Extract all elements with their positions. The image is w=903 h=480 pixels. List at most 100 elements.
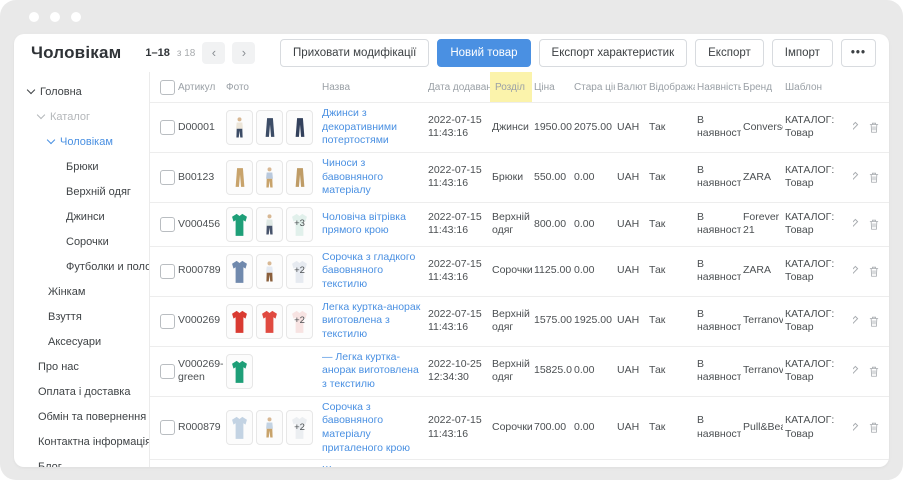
edit-button[interactable]	[853, 365, 859, 377]
more-actions-button[interactable]: •••	[841, 39, 876, 67]
sidebar-item[interactable]: Верхній одяг	[14, 179, 149, 204]
sidebar-item[interactable]: Жінкам	[14, 279, 149, 304]
sidebar-item[interactable]: Взуття	[14, 304, 149, 329]
sidebar-item[interactable]: Чоловікам	[14, 129, 149, 154]
product-availability: В наявності	[697, 308, 741, 334]
chevron-down-icon	[27, 86, 35, 94]
product-photo-thumbnail[interactable]	[256, 160, 283, 195]
product-photo-thumbnail[interactable]	[256, 110, 283, 145]
sidebar-item[interactable]: Головна	[14, 79, 149, 104]
delete-button[interactable]	[868, 365, 880, 378]
product-name-link[interactable]: Чоловіча вітрівка прямого крою	[322, 211, 421, 238]
product-photo-thumbnail[interactable]	[226, 254, 253, 289]
product-photo-thumbnail[interactable]	[286, 110, 313, 145]
product-photo-thumbnail[interactable]	[226, 304, 253, 339]
sidebar-item[interactable]: Сорочки	[14, 229, 149, 254]
photo-more-badge: +2	[287, 255, 312, 288]
pagination-next-button[interactable]: ›	[232, 42, 255, 64]
product-date: 2022-07-15 11:43:16	[428, 164, 482, 190]
product-photo-thumbnail[interactable]	[226, 160, 253, 195]
product-photo-thumbnail[interactable]	[256, 410, 283, 445]
product-photo-thumbnail[interactable]: +2	[286, 254, 313, 289]
product-name-link[interactable]: Штани з бавовняного матеріалу прямого кр…	[322, 464, 421, 467]
product-name-link[interactable]: Сорочка з бавовняного матеріалу притален…	[322, 401, 421, 456]
sidebar-item-label: Контактна інформація	[38, 436, 150, 448]
product-name-link[interactable]: Джинси з декоративними потертостями	[322, 107, 421, 148]
product-photo-thumbnail[interactable]	[226, 410, 253, 445]
table-row: R000789 +2Сорочка з гладкого бавовняного…	[150, 246, 889, 296]
edit-button[interactable]	[853, 121, 859, 133]
product-photo-thumbnail[interactable]: +2	[286, 410, 313, 445]
export-button[interactable]: Експорт	[695, 39, 764, 67]
sidebar-item[interactable]: Обмін та повернення	[14, 404, 149, 429]
product-brand: Terranova	[743, 314, 783, 326]
product-photo-thumbnail[interactable]	[256, 254, 283, 289]
edit-button[interactable]	[853, 171, 859, 183]
sidebar-item[interactable]: Аксесуари	[14, 329, 149, 354]
sidebar-item[interactable]: Оплата і доставка	[14, 379, 149, 404]
delete-button[interactable]	[868, 121, 880, 134]
delete-button[interactable]	[868, 171, 880, 184]
select-all-checkbox[interactable]	[160, 80, 175, 95]
product-name-link[interactable]: — Легка куртка-анорак виготовлена з текс…	[322, 351, 421, 392]
row-checkbox[interactable]	[160, 420, 175, 435]
column-header[interactable]: Відображати	[649, 82, 695, 93]
edit-button[interactable]	[853, 422, 859, 434]
sidebar-item[interactable]: Контактна інформація	[14, 429, 149, 454]
product-photo-thumbnail[interactable]	[286, 160, 313, 195]
product-availability: В наявності	[697, 358, 741, 384]
column-header[interactable]: Фото	[226, 82, 249, 93]
edit-button[interactable]	[853, 265, 859, 277]
sidebar-item[interactable]: Брюки	[14, 154, 149, 179]
column-header[interactable]: Стара ціна	[574, 82, 615, 93]
product-old-price: 0.00	[574, 364, 594, 376]
delete-button[interactable]	[868, 315, 880, 328]
sidebar-item[interactable]: Джинси	[14, 204, 149, 229]
column-header[interactable]: Наявність	[697, 82, 741, 93]
edit-button[interactable]	[853, 218, 859, 230]
delete-button[interactable]	[868, 265, 880, 278]
product-photo-thumbnail[interactable]	[256, 304, 283, 339]
row-checkbox[interactable]	[160, 264, 175, 279]
column-header[interactable]: Розділ	[495, 82, 525, 93]
row-checkbox[interactable]	[160, 314, 175, 329]
product-photo-thumbnail[interactable]: +2	[286, 304, 313, 339]
product-photo-thumbnail[interactable]	[226, 207, 253, 242]
row-checkbox[interactable]	[160, 217, 175, 232]
product-brand: Terranova	[743, 364, 783, 376]
column-header[interactable]: Бренд	[743, 82, 772, 93]
product-name-link[interactable]: Сорочка з гладкого бавовняного текстилю	[322, 251, 421, 292]
column-header[interactable]: Шаблон	[785, 82, 822, 93]
column-header[interactable]: Ціна	[534, 82, 555, 93]
row-checkbox[interactable]	[160, 170, 175, 185]
row-checkbox[interactable]	[160, 364, 175, 379]
column-header[interactable]: Дата додавання	[428, 82, 490, 93]
sidebar-item-label: Блог	[38, 461, 62, 468]
product-photo-thumbnail[interactable]	[256, 207, 283, 242]
product-photo-thumbnail[interactable]	[226, 110, 253, 145]
sidebar-item-label: Верхній одяг	[66, 186, 131, 198]
sidebar-item[interactable]: Блог	[14, 454, 149, 467]
row-checkbox[interactable]	[160, 120, 175, 135]
delete-button[interactable]	[868, 218, 880, 231]
product-photo-thumbnail[interactable]: +3	[286, 207, 313, 242]
product-photo-thumbnail[interactable]	[226, 354, 253, 389]
export-characteristics-button[interactable]: Експорт характеристик	[539, 39, 688, 67]
delete-button[interactable]	[868, 421, 880, 434]
edit-button[interactable]	[853, 315, 859, 327]
pagination-prev-button[interactable]: ‹	[202, 42, 225, 64]
hide-modifications-button[interactable]: Приховати модифікації	[280, 39, 429, 67]
product-name-link[interactable]: Чиноси з бавовняного матеріалу	[322, 157, 421, 198]
table-row: B00123 Чиноси з бавовняного матеріалу202…	[150, 152, 889, 202]
sidebar-item[interactable]: Про нас	[14, 354, 149, 379]
product-currency: UAH	[617, 171, 639, 183]
column-header[interactable]: Артикул	[178, 82, 215, 93]
product-name-link[interactable]: Легка куртка-анорак виготовлена з тексти…	[322, 301, 421, 342]
import-button[interactable]: Імпорт	[772, 39, 833, 67]
sidebar-item[interactable]: Футболки и поло	[14, 254, 149, 279]
sidebar-item[interactable]: Каталог	[14, 104, 149, 129]
column-header[interactable]: Валюта	[617, 82, 647, 93]
chevron-down-icon	[37, 111, 45, 119]
new-product-button[interactable]: Новий товар	[437, 39, 530, 67]
column-header[interactable]: Назва	[322, 82, 350, 93]
